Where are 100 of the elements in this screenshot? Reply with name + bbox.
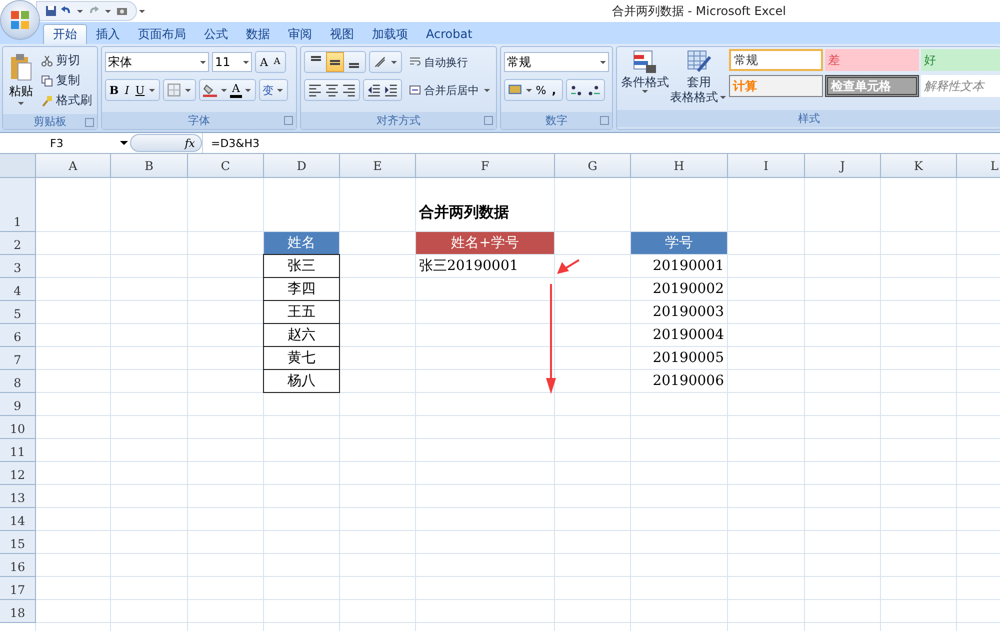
vertical-align-button[interactable] — [326, 52, 344, 72]
table-header-cell: 学号 — [631, 232, 727, 254]
table-brush-icon — [686, 49, 712, 75]
format-painter-button[interactable]: 格式刷 — [39, 91, 94, 110]
increase-indent-icon[interactable] — [384, 83, 398, 97]
column-header[interactable]: J — [805, 154, 881, 178]
font-size-field[interactable]: 11 — [212, 52, 252, 72]
caret-icon — [484, 88, 490, 92]
row-header[interactable]: 10 — [0, 416, 36, 439]
ribbon-tab[interactable]: 加载项 — [363, 24, 417, 44]
text-align-icon[interactable] — [325, 83, 339, 97]
ribbon-tab[interactable]: 公式 — [195, 24, 237, 44]
conditional-formatting-button[interactable]: 条件格式 — [620, 49, 670, 106]
column-header[interactable]: H — [631, 154, 728, 178]
row-header[interactable]: 2 — [0, 232, 36, 255]
group-label: 数字 — [546, 113, 568, 128]
font-name-field[interactable]: 宋体 — [105, 52, 209, 72]
orientation-icon[interactable] — [373, 55, 387, 69]
row-header[interactable]: 9 — [0, 393, 36, 416]
column-header[interactable]: G — [555, 154, 631, 178]
table-header-cell: 姓名 — [264, 232, 339, 254]
row-header[interactable]: 17 — [0, 577, 36, 600]
row-header[interactable]: 7 — [0, 347, 36, 370]
caret-icon — [221, 88, 227, 92]
brush-icon — [41, 94, 53, 106]
column-header[interactable]: A — [36, 154, 111, 178]
caret-icon — [526, 88, 532, 92]
ribbon-tab[interactable]: 数据 — [237, 24, 279, 44]
cut-button[interactable]: 剪切 — [39, 51, 94, 70]
window-title: 合并两列数据 - Microsoft Excel — [612, 2, 786, 20]
table-cell: 黄七 — [263, 346, 340, 370]
decrease-indent-icon[interactable] — [367, 83, 381, 97]
caret-icon — [18, 102, 24, 105]
italic-button[interactable]: I — [121, 81, 133, 99]
paste-button[interactable]: 粘贴 — [6, 51, 36, 110]
row-header[interactable]: 16 — [0, 554, 36, 577]
row-header[interactable]: 11 — [0, 439, 36, 462]
font-color-button[interactable]: A — [230, 82, 242, 98]
ribbon-tab[interactable]: Acrobat — [417, 24, 482, 44]
row-header[interactable]: 13 — [0, 485, 36, 508]
table-cell: 张三 — [263, 254, 340, 278]
underline-button[interactable]: U — [134, 81, 146, 99]
row-header[interactable]: 8 — [0, 370, 36, 393]
scissors-icon — [41, 54, 53, 66]
column-header[interactable]: I — [728, 154, 805, 178]
column-header[interactable]: L — [957, 154, 1000, 178]
caret-icon — [391, 60, 397, 64]
ribbon-tab[interactable]: 审阅 — [279, 24, 321, 44]
fill-color-icon[interactable] — [203, 83, 217, 97]
row-header[interactable]: 4 — [0, 278, 36, 301]
column-header[interactable]: E — [340, 154, 416, 178]
row-header[interactable]: 15 — [0, 531, 36, 554]
group-label: 对齐方式 — [376, 113, 420, 128]
row-header[interactable]: 5 — [0, 301, 36, 324]
ribbon-tab[interactable]: 开始 — [43, 24, 87, 44]
currency-icon[interactable] — [508, 83, 522, 97]
caret-icon — [105, 10, 111, 12]
camera-icon[interactable] — [116, 5, 128, 17]
row-header[interactable]: 3 — [0, 255, 36, 278]
row-header[interactable]: 12 — [0, 462, 36, 485]
row-header[interactable]: 14 — [0, 508, 36, 531]
text-align-icon[interactable] — [342, 83, 356, 97]
borders-icon[interactable] — [167, 83, 181, 97]
caret-icon — [277, 88, 283, 92]
ribbon-tab[interactable]: 视图 — [321, 24, 363, 44]
caret-icon — [77, 10, 83, 12]
insert-function-button[interactable]: fx — [184, 136, 195, 150]
cell-style-item[interactable]: 常规 — [729, 49, 823, 71]
annotation-arrow — [557, 259, 580, 274]
formula-field[interactable]: =D3&H3 — [202, 133, 1000, 153]
row-header[interactable]: 1 — [0, 178, 36, 232]
number-format-field[interactable]: 常规 — [504, 52, 609, 72]
row-header[interactable]: 6 — [0, 324, 36, 347]
ribbon-tab[interactable]: 插入 — [87, 24, 129, 44]
column-header[interactable]: B — [111, 154, 188, 178]
increase-decimal-icon[interactable] — [570, 83, 584, 97]
table-cell-text: 20190006 — [652, 372, 725, 391]
percent-button[interactable]: % — [535, 81, 547, 99]
table-cell: 赵六 — [263, 323, 340, 347]
caret-icon — [720, 96, 726, 100]
caret-icon — [139, 10, 145, 12]
copy-button[interactable]: 复制 — [39, 71, 94, 90]
grow-font-button[interactable]: A — [258, 53, 270, 71]
row-header[interactable]: 18 — [0, 600, 36, 623]
wrap-text-button[interactable]: 自动换行 — [407, 52, 470, 72]
group-label: 字体 — [188, 113, 210, 128]
column-header[interactable]: F — [416, 154, 555, 178]
bold-button[interactable]: B — [108, 81, 120, 99]
comma-button[interactable]: , — [548, 81, 560, 99]
merge-center-button[interactable]: 合并后居中 — [407, 80, 494, 100]
save-icon[interactable] — [45, 5, 57, 17]
sheet-title: 合并两列数据 — [419, 203, 509, 222]
cell-style-item[interactable]: 解释性文本 — [921, 75, 1000, 97]
decrease-decimal-icon[interactable] — [587, 83, 601, 97]
text-align-icon[interactable] — [308, 83, 322, 97]
ribbon-tab[interactable]: 页面布局 — [129, 24, 195, 44]
shrink-font-button[interactable]: A — [271, 53, 283, 71]
column-header[interactable]: C — [188, 154, 264, 178]
column-header[interactable]: D — [264, 154, 340, 178]
column-header[interactable]: K — [881, 154, 957, 178]
